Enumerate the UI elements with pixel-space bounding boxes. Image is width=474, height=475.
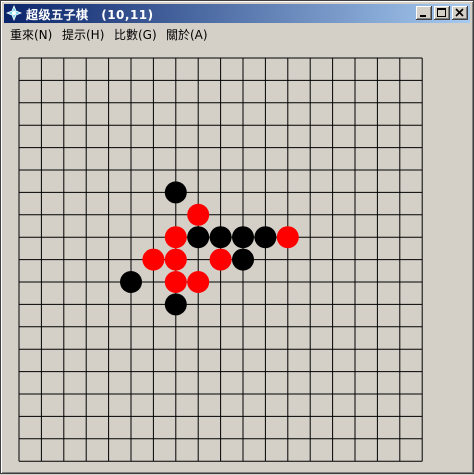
black-stone bbox=[254, 226, 277, 249]
black-stone bbox=[232, 248, 254, 271]
black-stone bbox=[120, 271, 142, 293]
red-stone bbox=[209, 248, 232, 271]
black-stone bbox=[187, 226, 210, 249]
black-stone bbox=[164, 293, 187, 316]
red-stone bbox=[187, 203, 210, 226]
red-stone bbox=[164, 271, 187, 293]
black-stone bbox=[164, 181, 187, 204]
red-stone bbox=[164, 248, 187, 271]
red-stone bbox=[142, 248, 165, 271]
red-stone bbox=[187, 271, 210, 293]
black-stone bbox=[209, 226, 232, 249]
go-board[interactable] bbox=[1, 1, 474, 475]
red-stone bbox=[276, 226, 299, 249]
red-stone bbox=[164, 226, 187, 249]
game-window: 超级五子棋 (10,11) 重來(N) 提示(H) 比數(G) 關於(A) bbox=[0, 0, 474, 474]
black-stone bbox=[232, 226, 254, 249]
